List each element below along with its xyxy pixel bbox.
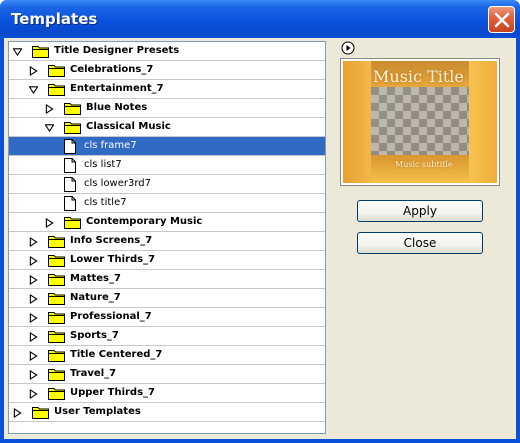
tree-folder-item[interactable]: Sports_7 — [9, 327, 325, 346]
tree-file-item[interactable]: cls lower3rd7 — [9, 175, 325, 194]
folder-icon — [48, 255, 65, 267]
play-icon[interactable] — [341, 41, 355, 55]
tree-file-item[interactable]: cls title7 — [9, 194, 325, 213]
folder-icon — [48, 350, 65, 362]
preview-image: Music Title Music subtitle — [343, 61, 497, 183]
collapsed-triangle-icon[interactable] — [29, 332, 38, 342]
window-title: Templates — [11, 10, 98, 28]
folder-icon — [48, 274, 65, 286]
preview-frame-right — [469, 61, 497, 183]
collapsed-triangle-icon[interactable] — [13, 408, 22, 418]
collapsed-triangle-icon[interactable] — [29, 370, 38, 380]
tree-folder-label: Title Centered_7 — [70, 349, 163, 360]
tree-file-label: cls list7 — [84, 159, 122, 170]
collapsed-triangle-icon[interactable] — [29, 237, 38, 247]
title-bar[interactable]: Templates — [0, 0, 520, 38]
folder-icon — [64, 122, 81, 134]
tree-folder-label: Upper Thirds_7 — [70, 387, 155, 398]
collapsed-triangle-icon[interactable] — [29, 275, 38, 285]
folder-icon — [48, 84, 65, 96]
document-icon — [64, 196, 76, 211]
transparency-checkerboard — [371, 87, 469, 155]
collapsed-triangle-icon[interactable] — [29, 313, 38, 323]
tree-folder-label: Travel_7 — [70, 368, 117, 379]
collapsed-triangle-icon[interactable] — [29, 256, 38, 266]
tree-folder-item[interactable]: Classical Music — [9, 118, 325, 137]
folder-icon — [32, 407, 49, 419]
collapsed-triangle-icon[interactable] — [29, 351, 38, 361]
folder-icon — [64, 217, 81, 229]
templates-window: Templates Title Designer Presets Celebrat… — [0, 0, 520, 443]
tree-folder-label: Contemporary Music — [86, 216, 203, 227]
tree-folder-item[interactable]: Contemporary Music — [9, 213, 325, 232]
tree-folder-label: Info Screens_7 — [70, 235, 153, 246]
preview-subtitle-text: Music subtitle — [395, 160, 453, 169]
tree-folder-item[interactable]: Upper Thirds_7 — [9, 384, 325, 403]
tree-file-label: cls lower3rd7 — [84, 178, 152, 189]
expanded-triangle-icon[interactable] — [45, 123, 54, 133]
tree-folder-item[interactable]: Travel_7 — [9, 365, 325, 384]
folder-icon — [48, 331, 65, 343]
dialog-body: Title Designer Presets Celebrations_7 Ente… — [4, 38, 516, 439]
preview-frame-left — [343, 61, 371, 183]
preview-title-text: Music Title — [373, 67, 464, 86]
tree-folder-label: Entertainment_7 — [70, 83, 164, 94]
tree-folder-item[interactable]: Celebrations_7 — [9, 61, 325, 80]
folder-icon — [64, 103, 81, 115]
tree-folder-label: Mattes_7 — [70, 273, 121, 284]
folder-icon — [48, 65, 65, 77]
tree-folder-label: Blue Notes — [86, 102, 148, 113]
tree-folder-label: Lower Thirds_7 — [70, 254, 156, 265]
tree-folder-label: Celebrations_7 — [70, 64, 154, 75]
tree-file-label: cls title7 — [84, 197, 127, 208]
tree-folder-item[interactable]: Professional_7 — [9, 308, 325, 327]
tree-folder-item[interactable]: Title Designer Presets — [9, 42, 325, 61]
tree-folder-item[interactable]: Lower Thirds_7 — [9, 251, 325, 270]
tree-folder-label: User Templates — [54, 406, 141, 417]
template-preview: Music Title Music subtitle — [340, 58, 500, 186]
folder-icon — [48, 388, 65, 400]
tree-file-label: cls frame7 — [84, 140, 137, 151]
document-icon — [64, 139, 76, 154]
tree-folder-label: Sports_7 — [70, 330, 119, 341]
tree-folder-item[interactable]: Info Screens_7 — [9, 232, 325, 251]
tree-folder-label: Title Designer Presets — [54, 45, 180, 56]
tree-folder-item[interactable]: Nature_7 — [9, 289, 325, 308]
close-button[interactable]: Close — [357, 232, 483, 254]
collapsed-triangle-icon[interactable] — [29, 389, 38, 399]
apply-button[interactable]: Apply — [357, 200, 483, 222]
tree-folder-item[interactable]: Mattes_7 — [9, 270, 325, 289]
folder-icon — [48, 369, 65, 381]
tree-folder-item[interactable]: User Templates — [9, 403, 325, 422]
tree-folder-item[interactable]: Title Centered_7 — [9, 346, 325, 365]
collapsed-triangle-icon[interactable] — [29, 294, 38, 304]
tree-folder-item[interactable]: Entertainment_7 — [9, 80, 325, 99]
document-icon — [64, 177, 76, 192]
folder-icon — [48, 293, 65, 305]
collapsed-triangle-icon[interactable] — [45, 218, 54, 228]
templates-tree[interactable]: Title Designer Presets Celebrations_7 Ente… — [8, 41, 326, 434]
tree-file-item[interactable]: cls list7 — [9, 156, 325, 175]
tree-folder-item[interactable]: Blue Notes — [9, 99, 325, 118]
document-icon — [64, 158, 76, 173]
collapsed-triangle-icon[interactable] — [29, 66, 38, 76]
tree-folder-label: Nature_7 — [70, 292, 121, 303]
close-icon — [494, 12, 510, 28]
expanded-triangle-icon[interactable] — [13, 47, 22, 57]
tree-file-item[interactable]: cls frame7 — [9, 137, 325, 156]
expanded-triangle-icon[interactable] — [29, 85, 38, 95]
folder-icon — [48, 236, 65, 248]
folder-icon — [32, 46, 49, 58]
window-close-button[interactable] — [488, 6, 515, 33]
tree-folder-label: Classical Music — [86, 121, 171, 132]
folder-icon — [48, 312, 65, 324]
collapsed-triangle-icon[interactable] — [45, 104, 54, 114]
tree-folder-label: Professional_7 — [70, 311, 152, 322]
